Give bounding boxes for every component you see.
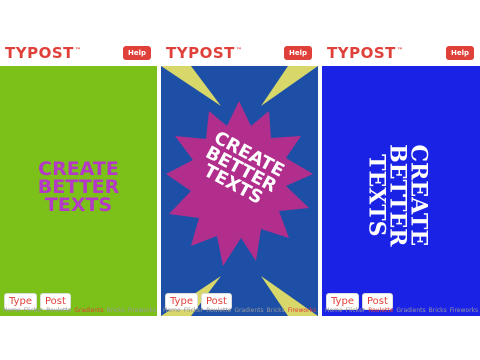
nav-item-flicker[interactable]: Flicker	[24, 307, 44, 314]
nav-item-fireworks[interactable]: Fireworks	[128, 307, 156, 314]
nav-item-roulette[interactable]: Roulette	[368, 307, 393, 314]
nav-item-bricks[interactable]: Bricks	[107, 307, 125, 314]
nav-item-gradients[interactable]: Gradients	[234, 307, 263, 314]
nav-item-fireworks[interactable]: Fireworks	[450, 307, 478, 314]
headline: CREATE BETTER TEXTS	[363, 116, 432, 274]
ray-shape	[161, 66, 221, 106]
nav-item-flicker[interactable]: Flicker	[346, 307, 366, 314]
nav-item-roulette[interactable]: Roulette	[206, 307, 231, 314]
nav-item-roulette[interactable]: Roulette	[46, 307, 71, 314]
headline: CREATE BETTER TEXTS	[0, 159, 157, 217]
text-canvas: CREATE BETTER TEXTS Type Post	[322, 66, 480, 316]
headline-line: CREATE	[405, 144, 432, 247]
text-canvas: CREATE BETTER TEXTS Type Post	[0, 66, 157, 316]
phone-panel-3: CREATE BETTER TEXTS Type Post	[322, 40, 480, 316]
nav-item-home[interactable]: Home	[325, 307, 343, 314]
nav-item-bricks[interactable]: Bricks	[267, 307, 285, 314]
style-nav: Home Flicker Roulette Gradients Bricks F…	[325, 304, 478, 316]
nav-item-flicker[interactable]: Flicker	[184, 307, 204, 314]
headline-line: TEXTS	[44, 194, 113, 217]
style-nav: Home Flicker Roulette Gradients Bricks F…	[3, 304, 156, 316]
text-canvas: CREATE BETTER TEXTS Type Post	[161, 66, 318, 316]
headline-line: TEXTS	[363, 154, 390, 237]
style-nav: Home Flicker Roulette Gradients Bricks F…	[163, 304, 316, 316]
nav-item-bricks[interactable]: Bricks	[429, 307, 447, 314]
nav-item-gradients[interactable]: Gradients	[396, 307, 425, 314]
nav-item-home[interactable]: Home	[163, 307, 181, 314]
nav-item-fireworks[interactable]: Fireworks	[288, 307, 316, 314]
ray-shape	[261, 66, 318, 106]
headline-line: BETTER	[384, 144, 411, 247]
nav-item-home[interactable]: Home	[3, 307, 21, 314]
letterbox-bottom	[0, 316, 480, 360]
phone-panel-1: CREATE BETTER TEXTS Type Post	[0, 40, 157, 316]
phone-panel-2: CREATE BETTER TEXTS Type Post	[161, 40, 318, 316]
nav-item-gradients[interactable]: Gradients	[74, 307, 103, 314]
